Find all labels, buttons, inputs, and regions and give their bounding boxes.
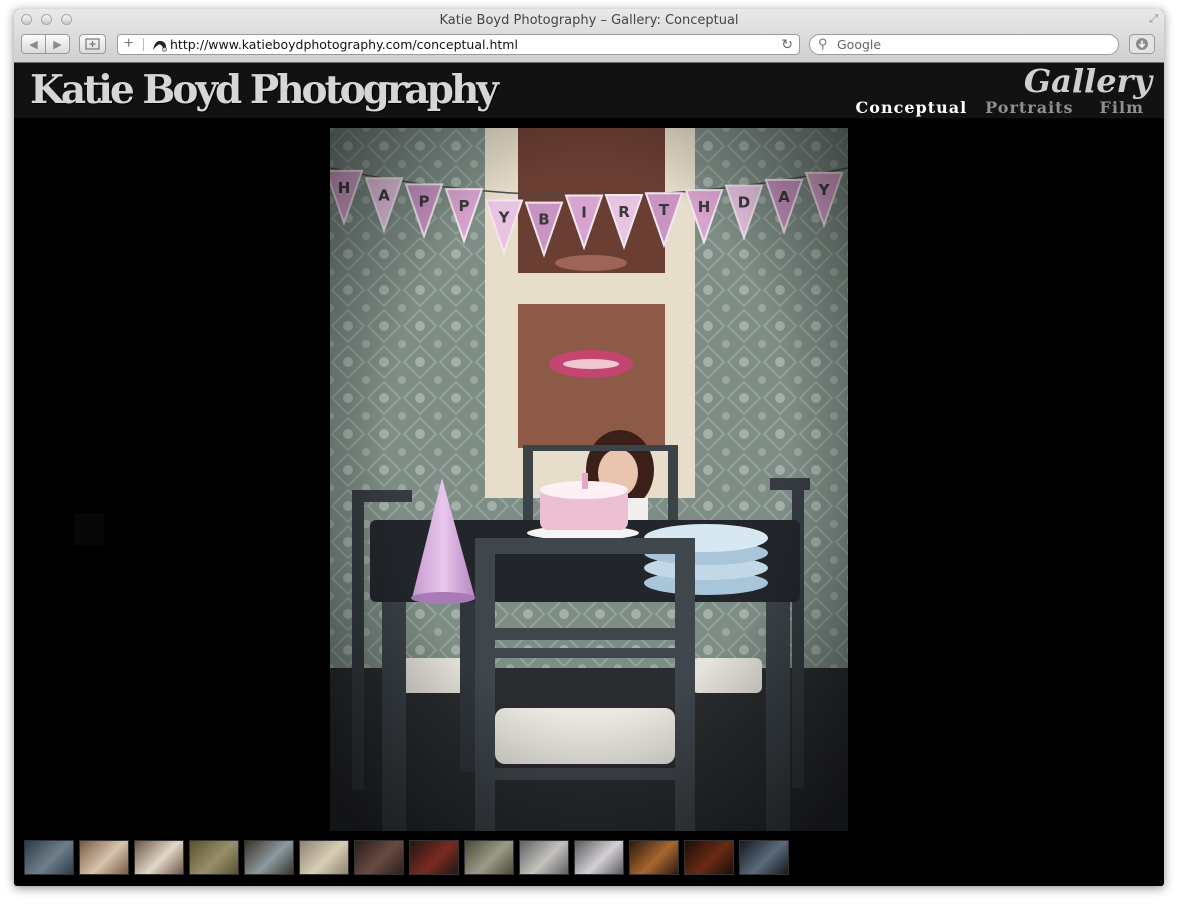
- browser-toolbar: Katie Boyd Photography – Gallery: Concep…: [14, 9, 1164, 63]
- gallery-thumbnail[interactable]: [134, 840, 184, 875]
- fullscreen-icon[interactable]: ⤢: [1149, 13, 1158, 26]
- nav-film[interactable]: Film: [1100, 98, 1144, 117]
- gallery-thumbnail[interactable]: [79, 840, 129, 875]
- search-placeholder: Google: [837, 37, 882, 52]
- add-tab-icon[interactable]: +: [124, 35, 133, 53]
- window-title: Katie Boyd Photography – Gallery: Concep…: [439, 13, 739, 28]
- back-button[interactable]: ◀: [21, 34, 46, 54]
- gallery-thumbnail[interactable]: [409, 840, 459, 875]
- search-field[interactable]: ⚲ Google: [809, 34, 1119, 55]
- address-bar-divider: [143, 38, 144, 51]
- gallery-thumbnail[interactable]: [519, 840, 569, 875]
- gallery-thumbnail[interactable]: [189, 840, 239, 875]
- bookmark-icon: [85, 38, 100, 50]
- search-icon: ⚲: [818, 36, 828, 51]
- forward-button[interactable]: ▶: [45, 34, 70, 54]
- browser-window: Katie Boyd Photography – Gallery: Concep…: [14, 9, 1164, 886]
- gallery-thumbnail[interactable]: [629, 840, 679, 875]
- gallery-thumbnail[interactable]: [684, 840, 734, 875]
- site-favicon-icon: [152, 38, 168, 55]
- gallery-thumbnail[interactable]: [464, 840, 514, 875]
- gallery-thumbnail[interactable]: [244, 840, 294, 875]
- gallery-heading: Gallery: [1023, 62, 1152, 100]
- gallery-thumbnail[interactable]: [24, 840, 74, 875]
- downloads-button[interactable]: [1129, 34, 1155, 54]
- nav-conceptual[interactable]: Conceptual: [856, 98, 968, 117]
- download-icon: [1129, 34, 1155, 54]
- add-bookmark-button[interactable]: [79, 34, 106, 54]
- gallery-thumbnail[interactable]: [739, 840, 789, 875]
- gallery-nav: Conceptual Portraits Film: [838, 98, 1144, 117]
- nav-portraits[interactable]: Portraits: [985, 98, 1073, 117]
- forward-arrow-icon: ▶: [53, 38, 62, 51]
- gallery-thumbnail[interactable]: [574, 840, 624, 875]
- gallery-thumbnail[interactable]: [354, 840, 404, 875]
- reload-icon[interactable]: ↻: [781, 36, 793, 53]
- back-arrow-icon: ◀: [29, 38, 38, 51]
- main-photo: HAPPYBIRTHDAY: [330, 128, 848, 831]
- birthday-photo: HAPPYBIRTHDAY: [330, 128, 848, 831]
- gallery-thumbnail[interactable]: [299, 840, 349, 875]
- site-logo[interactable]: Katie Boyd Photography: [30, 67, 499, 113]
- site-header: Katie Boyd Photography Gallery Conceptua…: [14, 62, 1164, 118]
- url-text: http://www.katieboydphotography.com/conc…: [170, 37, 518, 52]
- address-bar[interactable]: + http://www.katieboydphotography.com/co…: [117, 34, 800, 55]
- previous-photo-button[interactable]: [74, 513, 104, 545]
